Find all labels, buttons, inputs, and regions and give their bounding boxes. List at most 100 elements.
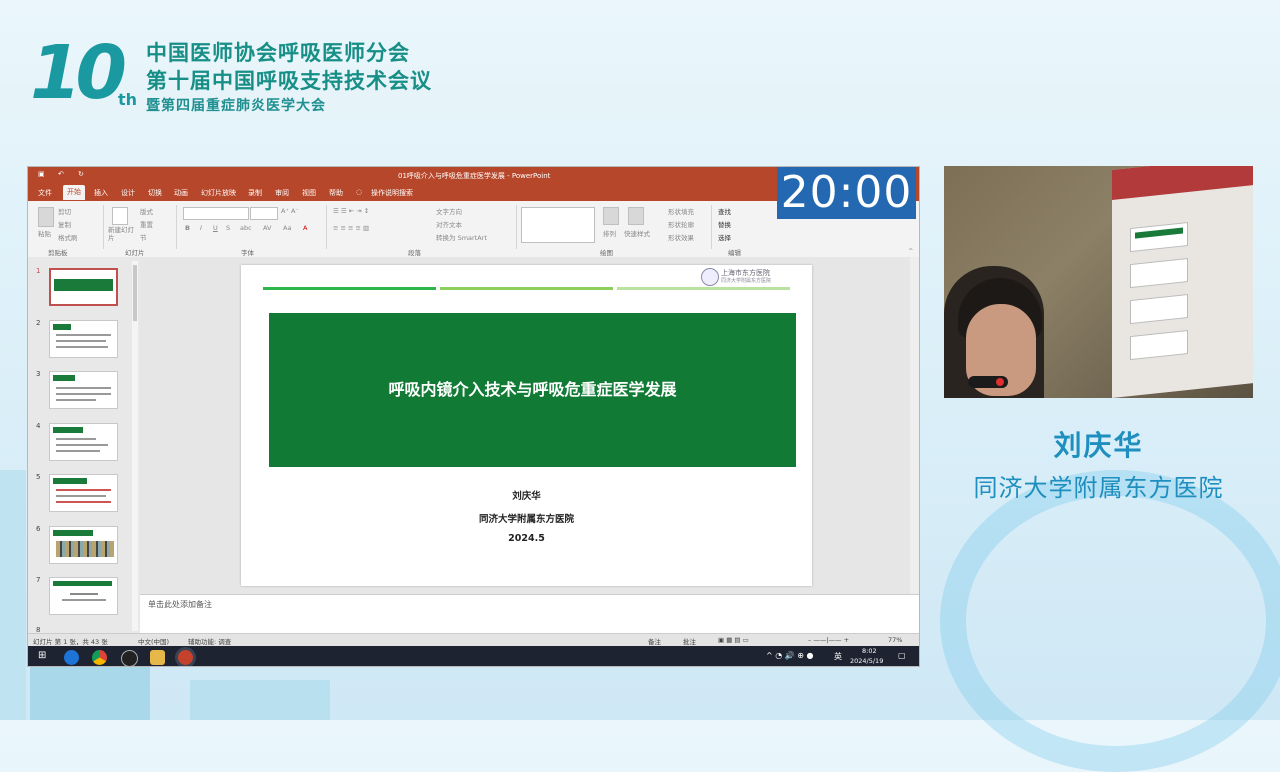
text-direction-button[interactable]: 文字方向 <box>436 206 462 216</box>
accessibility-status[interactable]: 辅助功能: 调查 <box>188 636 231 646</box>
windows-taskbar: ⊞ ^ ◔ 🔊 ⊕ ● 英 8:02 2024/5/19 ▢ <box>28 646 919 666</box>
lightbulb-icon: ◌ <box>356 188 363 196</box>
format-painter-button[interactable]: 格式刷 <box>58 232 78 242</box>
chrome-icon[interactable] <box>92 650 107 665</box>
slide-thumbnail-1[interactable] <box>49 268 118 306</box>
notes-pane[interactable]: 单击此处添加备注 <box>140 594 919 638</box>
tab-home[interactable]: 开始 <box>63 185 85 200</box>
shape-fill-button[interactable]: 形状填充 <box>668 206 694 216</box>
ime-indicator[interactable]: 英 <box>834 651 842 662</box>
slide-green-bar-3 <box>617 287 790 290</box>
notes-placeholder: 单击此处添加备注 <box>148 600 212 609</box>
status-bar: 幻灯片 第 1 张，共 43 张 中文(中国) 辅助功能: 调查 备注 批注 ▣… <box>28 633 919 647</box>
align-icon[interactable]: ≡ ≡ ≡ ≡ ▥ <box>333 224 369 232</box>
paste-icon[interactable] <box>38 207 54 227</box>
slide-title-banner: 呼吸内镜介入技术与呼吸危重症医学发展 <box>269 313 796 467</box>
slide-thumbnail-4[interactable] <box>49 423 118 461</box>
slide-thumbnail-6[interactable] <box>49 526 118 564</box>
thumbnail-scrollbar[interactable] <box>132 261 138 631</box>
ribbon-separator <box>326 205 327 249</box>
select-button[interactable]: 选择 <box>718 232 731 242</box>
slide-thumbnail-5[interactable] <box>49 474 118 512</box>
edge-icon[interactable] <box>64 650 79 665</box>
tell-me-search[interactable]: 操作说明搜索 <box>371 188 413 198</box>
powerpoint-icon[interactable] <box>178 650 193 665</box>
bold-icon[interactable]: B <box>185 224 190 232</box>
background-ring <box>940 470 1280 772</box>
collapse-ribbon-icon[interactable]: ^ <box>908 247 913 255</box>
arrange-icon[interactable] <box>603 207 619 225</box>
slide-thumbnail-2[interactable] <box>49 320 118 358</box>
arrange-button[interactable]: 排列 <box>603 228 616 238</box>
seal-text-2: 同济大学附属东方医院 <box>721 278 772 284</box>
clock-time[interactable]: 8:02 <box>862 647 877 655</box>
save-icon[interactable]: ▣ <box>38 170 45 178</box>
tab-file[interactable]: 文件 <box>38 188 52 198</box>
cut-button[interactable]: 剪切 <box>58 206 71 216</box>
zoom-level[interactable]: 77% <box>888 636 902 644</box>
smartart-button[interactable]: 转换为 SmartArt <box>436 232 487 242</box>
zoom-slider[interactable]: – ——|—— + <box>808 636 849 644</box>
redo-icon[interactable]: ↻ <box>78 170 84 178</box>
new-slide-icon[interactable] <box>112 207 128 225</box>
shadow-icon[interactable]: S <box>226 224 230 232</box>
logo-suffix: th <box>118 90 138 109</box>
align-text-button[interactable]: 对齐文本 <box>436 219 462 229</box>
system-tray-icons[interactable]: ^ ◔ 🔊 ⊕ ● <box>766 651 814 660</box>
copy-button[interactable]: 复制 <box>58 219 71 229</box>
clock-date[interactable]: 2024/5/19 <box>850 657 883 665</box>
tab-record[interactable]: 录制 <box>248 188 262 198</box>
slide-thumbnail-3[interactable] <box>49 371 118 409</box>
strikethrough-icon[interactable]: abc <box>240 224 252 232</box>
section-button[interactable]: 节 <box>140 232 147 242</box>
group-editing-label: 编辑 <box>728 249 741 257</box>
char-spacing-icon[interactable]: AV <box>263 224 271 232</box>
reset-button[interactable]: 重置 <box>140 219 153 229</box>
find-button[interactable]: 查找 <box>718 206 731 216</box>
speaker-camera-feed <box>944 166 1253 398</box>
notification-icon[interactable]: ▢ <box>898 651 906 660</box>
quick-styles-icon[interactable] <box>628 207 644 225</box>
slide-thumbnail-pane: 1 2 3 4 5 6 7 8 <box>28 257 140 641</box>
undo-icon[interactable]: ↶ <box>58 170 64 178</box>
grow-font-icon[interactable]: A⁺ A⁻ <box>281 207 299 215</box>
tab-insert[interactable]: 插入 <box>94 188 108 198</box>
current-slide[interactable]: 上海市东方医院 同济大学附属东方医院 呼吸内镜介入技术与呼吸危重症医学发展 刘庆… <box>241 265 812 586</box>
quick-styles-button[interactable]: 快速样式 <box>624 228 650 238</box>
font-color-icon[interactable]: A <box>303 224 307 232</box>
notes-button[interactable]: 备注 <box>648 636 661 646</box>
file-explorer-icon[interactable] <box>150 650 165 665</box>
tab-view[interactable]: 视图 <box>302 188 316 198</box>
ribbon-separator <box>711 205 712 249</box>
bullets-icon[interactable]: ☰ ☰ ⇤ ⇥ ↕ <box>333 207 369 215</box>
tab-slideshow[interactable]: 幻灯片放映 <box>201 188 236 198</box>
replace-button[interactable]: 替换 <box>718 219 731 229</box>
change-case-icon[interactable]: Aa <box>283 224 291 232</box>
paste-button[interactable]: 粘贴 <box>38 228 51 238</box>
shape-outline-button[interactable]: 形状轮廓 <box>668 219 694 229</box>
underline-icon[interactable]: U <box>213 224 218 232</box>
font-size-select[interactable] <box>250 207 278 220</box>
thumbnail-number: 6 <box>36 525 41 533</box>
tab-animations[interactable]: 动画 <box>174 188 188 198</box>
new-slide-button[interactable]: 新建幻灯片 <box>108 226 136 242</box>
shape-effects-button[interactable]: 形状效果 <box>668 232 694 242</box>
slide-scrollbar[interactable] <box>910 257 919 594</box>
tab-design[interactable]: 设计 <box>121 188 135 198</box>
recorder-icon[interactable] <box>121 650 138 666</box>
font-name-select[interactable] <box>183 207 249 220</box>
tab-transitions[interactable]: 切换 <box>148 188 162 198</box>
tab-review[interactable]: 审阅 <box>275 188 289 198</box>
italic-icon[interactable]: I <box>200 224 202 232</box>
background-building <box>0 470 26 720</box>
layout-button[interactable]: 版式 <box>140 206 153 216</box>
windows-start-icon[interactable]: ⊞ <box>38 650 46 661</box>
view-buttons-icon[interactable]: ▣ ▦ ▤ ▭ <box>718 636 749 644</box>
slide-thumbnail-7[interactable] <box>49 577 118 615</box>
tab-help[interactable]: 帮助 <box>329 188 343 198</box>
conference-title-line3: 暨第四届重症肺炎医学大会 <box>146 98 326 114</box>
shapes-gallery[interactable] <box>521 207 595 243</box>
ribbon-separator <box>516 205 517 249</box>
comments-button[interactable]: 批注 <box>683 636 696 646</box>
language-status[interactable]: 中文(中国) <box>138 636 169 646</box>
